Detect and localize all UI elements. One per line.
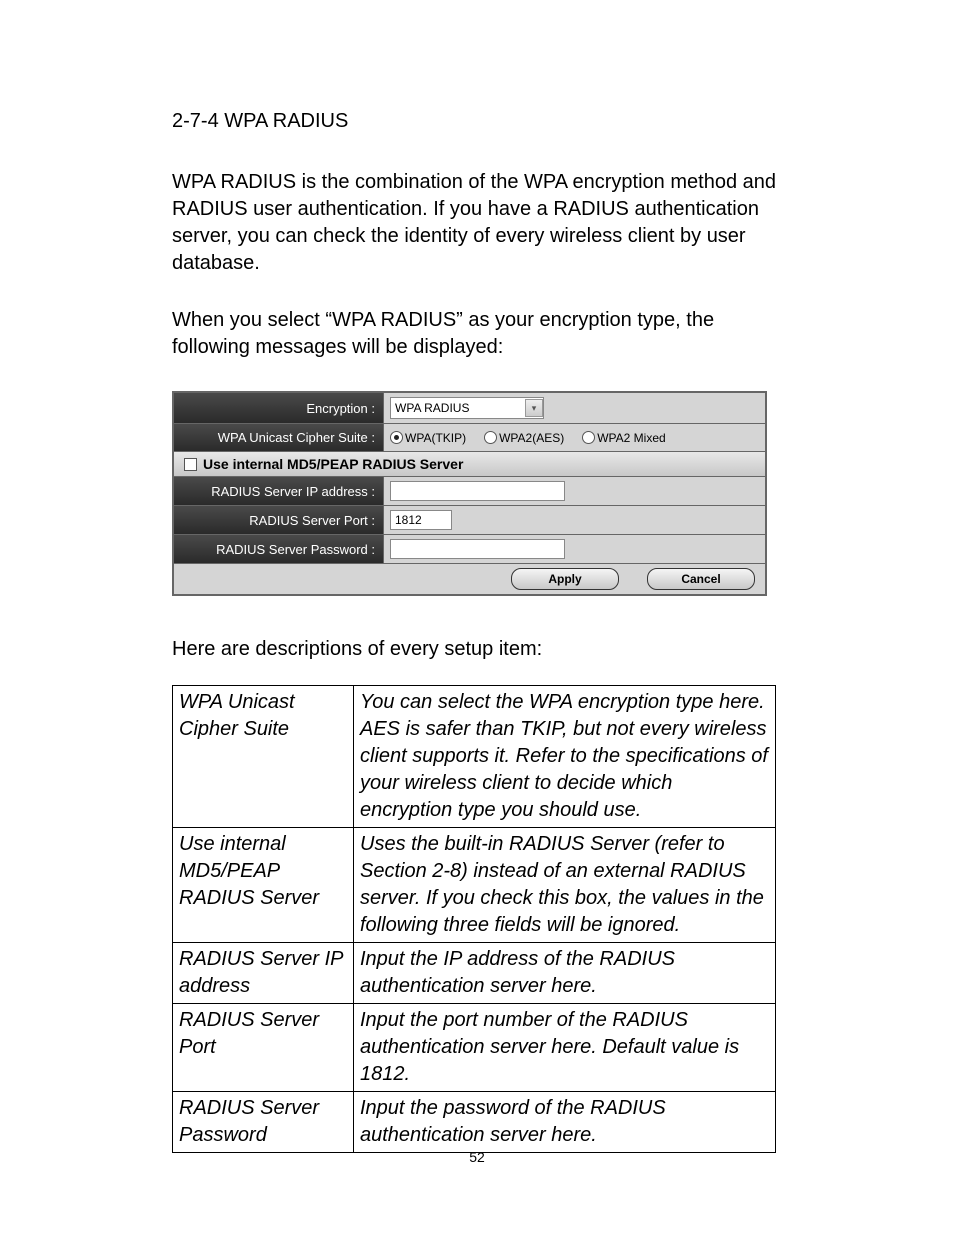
desc-key: RADIUS Server Port [173, 1004, 354, 1092]
encryption-select[interactable]: WPA RADIUS ▾ [390, 397, 544, 419]
intro-paragraph-2: When you select “WPA RADIUS” as your enc… [172, 307, 782, 361]
table-row: RADIUS Server IP address Input the IP ad… [173, 943, 776, 1004]
radius-ip-value-cell [384, 477, 765, 505]
cancel-button[interactable]: Cancel [647, 568, 755, 590]
encryption-label: Encryption : [174, 393, 384, 423]
desc-val: Input the IP address of the RADIUS authe… [354, 943, 776, 1004]
table-row: WPA Unicast Cipher Suite You can select … [173, 686, 776, 828]
desc-val: You can select the WPA encryption type h… [354, 686, 776, 828]
desc-val: Input the password of the RADIUS authent… [354, 1092, 776, 1153]
row-cipher: WPA Unicast Cipher Suite : WPA(TKIP) WPA… [174, 424, 765, 452]
use-internal-checkbox[interactable] [184, 458, 197, 471]
use-internal-label: Use internal MD5/PEAP RADIUS Server [203, 456, 463, 472]
encryption-value-cell: WPA RADIUS ▾ [384, 393, 765, 423]
desc-val: Uses the built-in RADIUS Server (refer t… [354, 828, 776, 943]
encryption-select-value: WPA RADIUS [395, 401, 469, 415]
radius-ip-input[interactable] [390, 481, 565, 501]
cipher-option-label: WPA2(AES) [499, 431, 564, 445]
intro-paragraph-1: WPA RADIUS is the combination of the WPA… [172, 169, 782, 277]
cipher-radio-wpa-tkip[interactable]: WPA(TKIP) [390, 431, 466, 445]
config-panel: Encryption : WPA RADIUS ▾ WPA Unicast Ci… [172, 391, 767, 596]
cipher-value-cell: WPA(TKIP) WPA2(AES) WPA2 Mixed [384, 424, 765, 451]
row-use-internal: Use internal MD5/PEAP RADIUS Server [174, 452, 765, 477]
radius-ip-label: RADIUS Server IP address : [174, 477, 384, 505]
radius-password-input[interactable] [390, 539, 565, 559]
desc-key: RADIUS Server Password [173, 1092, 354, 1153]
section-heading: 2-7-4 WPA RADIUS [172, 110, 782, 133]
radius-port-label: RADIUS Server Port : [174, 506, 384, 534]
table-row: RADIUS Server Port Input the port number… [173, 1004, 776, 1092]
table-row: Use internal MD5/PEAP RADIUS Server Uses… [173, 828, 776, 943]
desc-key: RADIUS Server IP address [173, 943, 354, 1004]
radius-port-input[interactable] [390, 510, 452, 530]
apply-button[interactable]: Apply [511, 568, 619, 590]
cipher-label: WPA Unicast Cipher Suite : [174, 424, 384, 451]
cipher-option-label: WPA(TKIP) [405, 431, 466, 445]
radio-icon [390, 431, 403, 444]
desc-key: WPA Unicast Cipher Suite [173, 686, 354, 828]
radio-icon [484, 431, 497, 444]
description-caption: Here are descriptions of every setup ite… [172, 638, 782, 661]
cipher-option-label: WPA2 Mixed [597, 431, 665, 445]
row-radius-port: RADIUS Server Port : [174, 506, 765, 535]
radius-port-value-cell [384, 506, 765, 534]
row-action-buttons: Apply Cancel [174, 564, 765, 594]
radius-password-label: RADIUS Server Password : [174, 535, 384, 563]
description-table: WPA Unicast Cipher Suite You can select … [172, 685, 776, 1153]
cipher-radio-wpa2-aes[interactable]: WPA2(AES) [484, 431, 564, 445]
row-encryption: Encryption : WPA RADIUS ▾ [174, 393, 765, 424]
row-radius-ip: RADIUS Server IP address : [174, 477, 765, 506]
desc-key: Use internal MD5/PEAP RADIUS Server [173, 828, 354, 943]
chevron-down-icon: ▾ [525, 399, 543, 417]
desc-val: Input the port number of the RADIUS auth… [354, 1004, 776, 1092]
row-radius-password: RADIUS Server Password : [174, 535, 765, 564]
radio-icon [582, 431, 595, 444]
page-number: 52 [0, 1149, 954, 1165]
table-row: RADIUS Server Password Input the passwor… [173, 1092, 776, 1153]
cipher-radio-wpa2-mixed[interactable]: WPA2 Mixed [582, 431, 665, 445]
radius-password-value-cell [384, 535, 765, 563]
